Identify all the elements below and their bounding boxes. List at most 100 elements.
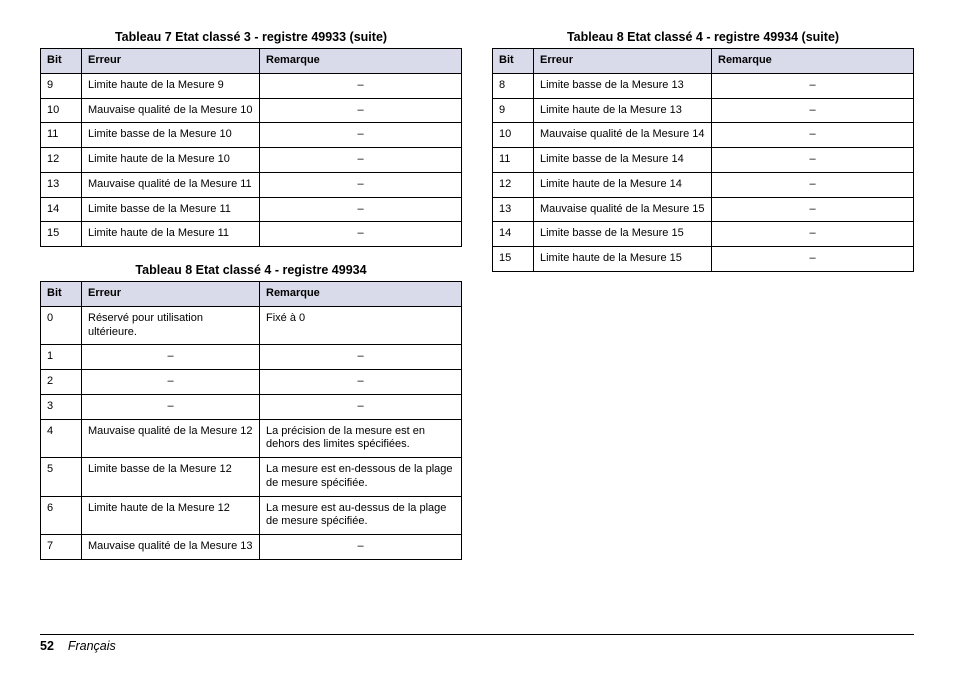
table8b-body: 8Limite basse de la Mesure 13–9Limite ha… <box>493 73 914 271</box>
table8b-caption: Tableau 8 Etat classé 4 - registre 49934… <box>492 30 914 44</box>
table7: Bit Erreur Remarque 9Limite haute de la … <box>40 48 462 247</box>
cell-remarque: La mesure est au-dessus de la plage de m… <box>260 496 462 535</box>
cell-bit: 13 <box>493 197 534 222</box>
table-header-row: Bit Erreur Remarque <box>41 282 462 307</box>
cell-erreur: Mauvaise qualité de la Mesure 15 <box>534 197 712 222</box>
table-row: 13Mauvaise qualité de la Mesure 11– <box>41 172 462 197</box>
cell-remarque: – <box>712 73 914 98</box>
col-remarque: Remarque <box>260 282 462 307</box>
cell-bit: 4 <box>41 419 82 458</box>
table8a-body: 0Réservé pour utilisation ultérieure.Fix… <box>41 306 462 559</box>
table-row: 9Limite haute de la Mesure 9– <box>41 73 462 98</box>
table7-caption: Tableau 7 Etat classé 3 - registre 49933… <box>40 30 462 44</box>
table-header-row: Bit Erreur Remarque <box>493 49 914 74</box>
page-number: 52 <box>40 639 54 653</box>
cell-erreur: Mauvaise qualité de la Mesure 13 <box>82 535 260 560</box>
cell-erreur: Limite haute de la Mesure 13 <box>534 98 712 123</box>
cell-bit: 9 <box>41 73 82 98</box>
table-row: 10Mauvaise qualité de la Mesure 10– <box>41 98 462 123</box>
table-row: 1–– <box>41 345 462 370</box>
cell-remarque: – <box>712 222 914 247</box>
cell-remarque: Fixé à 0 <box>260 306 462 345</box>
cell-bit: 7 <box>41 535 82 560</box>
cell-remarque: – <box>260 123 462 148</box>
cell-erreur: – <box>82 394 260 419</box>
table8a-caption: Tableau 8 Etat classé 4 - registre 49934 <box>40 263 462 277</box>
page-columns: Tableau 7 Etat classé 3 - registre 49933… <box>0 0 954 576</box>
page-language: Français <box>68 639 116 653</box>
table-row: 12Limite haute de la Mesure 14– <box>493 172 914 197</box>
cell-bit: 10 <box>493 123 534 148</box>
table-row: 11Limite basse de la Mesure 14– <box>493 148 914 173</box>
table-row: 14Limite basse de la Mesure 11– <box>41 197 462 222</box>
cell-remarque: La précision de la mesure est en dehors … <box>260 419 462 458</box>
cell-bit: 15 <box>493 247 534 272</box>
page-footer: 52 Français <box>40 634 914 653</box>
cell-remarque: – <box>260 148 462 173</box>
col-remarque: Remarque <box>260 49 462 74</box>
cell-erreur: Limite haute de la Mesure 15 <box>534 247 712 272</box>
cell-bit: 1 <box>41 345 82 370</box>
cell-erreur: – <box>82 370 260 395</box>
cell-bit: 15 <box>41 222 82 247</box>
cell-erreur: Mauvaise qualité de la Mesure 11 <box>82 172 260 197</box>
left-column: Tableau 7 Etat classé 3 - registre 49933… <box>40 30 462 576</box>
col-remarque: Remarque <box>712 49 914 74</box>
cell-bit: 5 <box>41 458 82 497</box>
table8b: Bit Erreur Remarque 8Limite basse de la … <box>492 48 914 272</box>
cell-erreur: Limite haute de la Mesure 11 <box>82 222 260 247</box>
col-bit: Bit <box>41 282 82 307</box>
cell-remarque: – <box>260 222 462 247</box>
cell-remarque: – <box>260 370 462 395</box>
cell-bit: 0 <box>41 306 82 345</box>
cell-bit: 12 <box>41 148 82 173</box>
table-row: 11Limite basse de la Mesure 10– <box>41 123 462 148</box>
cell-remarque: La mesure est en-dessous de la plage de … <box>260 458 462 497</box>
col-bit: Bit <box>41 49 82 74</box>
cell-erreur: Limite basse de la Mesure 15 <box>534 222 712 247</box>
cell-erreur: Réservé pour utilisation ultérieure. <box>82 306 260 345</box>
table-row: 14Limite basse de la Mesure 15– <box>493 222 914 247</box>
cell-bit: 9 <box>493 98 534 123</box>
col-erreur: Erreur <box>82 49 260 74</box>
cell-erreur: Limite haute de la Mesure 9 <box>82 73 260 98</box>
col-erreur: Erreur <box>82 282 260 307</box>
table-row: 9Limite haute de la Mesure 13– <box>493 98 914 123</box>
cell-remarque: – <box>260 345 462 370</box>
table-row: 15Limite haute de la Mesure 11– <box>41 222 462 247</box>
cell-bit: 10 <box>41 98 82 123</box>
cell-erreur: Limite basse de la Mesure 13 <box>534 73 712 98</box>
cell-bit: 11 <box>41 123 82 148</box>
table-row: 15Limite haute de la Mesure 15– <box>493 247 914 272</box>
cell-erreur: Mauvaise qualité de la Mesure 10 <box>82 98 260 123</box>
cell-remarque: – <box>260 172 462 197</box>
table-row: 4Mauvaise qualité de la Mesure 12La préc… <box>41 419 462 458</box>
right-column: Tableau 8 Etat classé 4 - registre 49934… <box>492 30 914 576</box>
cell-erreur: Limite haute de la Mesure 14 <box>534 172 712 197</box>
table-row: 0Réservé pour utilisation ultérieure.Fix… <box>41 306 462 345</box>
cell-remarque: – <box>260 73 462 98</box>
table-row: 12Limite haute de la Mesure 10– <box>41 148 462 173</box>
cell-erreur: Mauvaise qualité de la Mesure 12 <box>82 419 260 458</box>
table-row: 2–– <box>41 370 462 395</box>
cell-bit: 3 <box>41 394 82 419</box>
cell-bit: 11 <box>493 148 534 173</box>
table-row: 10Mauvaise qualité de la Mesure 14– <box>493 123 914 148</box>
cell-remarque: – <box>712 247 914 272</box>
cell-bit: 13 <box>41 172 82 197</box>
table7-body: 9Limite haute de la Mesure 9–10Mauvaise … <box>41 73 462 246</box>
cell-remarque: – <box>260 197 462 222</box>
cell-remarque: – <box>260 394 462 419</box>
cell-erreur: Limite basse de la Mesure 10 <box>82 123 260 148</box>
cell-remarque: – <box>712 98 914 123</box>
cell-bit: 8 <box>493 73 534 98</box>
cell-erreur: Limite haute de la Mesure 12 <box>82 496 260 535</box>
table-row: 7Mauvaise qualité de la Mesure 13– <box>41 535 462 560</box>
cell-bit: 14 <box>41 197 82 222</box>
table-row: 3–– <box>41 394 462 419</box>
cell-bit: 6 <box>41 496 82 535</box>
col-bit: Bit <box>493 49 534 74</box>
table-row: 5Limite basse de la Mesure 12La mesure e… <box>41 458 462 497</box>
table8a: Bit Erreur Remarque 0Réservé pour utilis… <box>40 281 462 560</box>
cell-erreur: Limite basse de la Mesure 12 <box>82 458 260 497</box>
